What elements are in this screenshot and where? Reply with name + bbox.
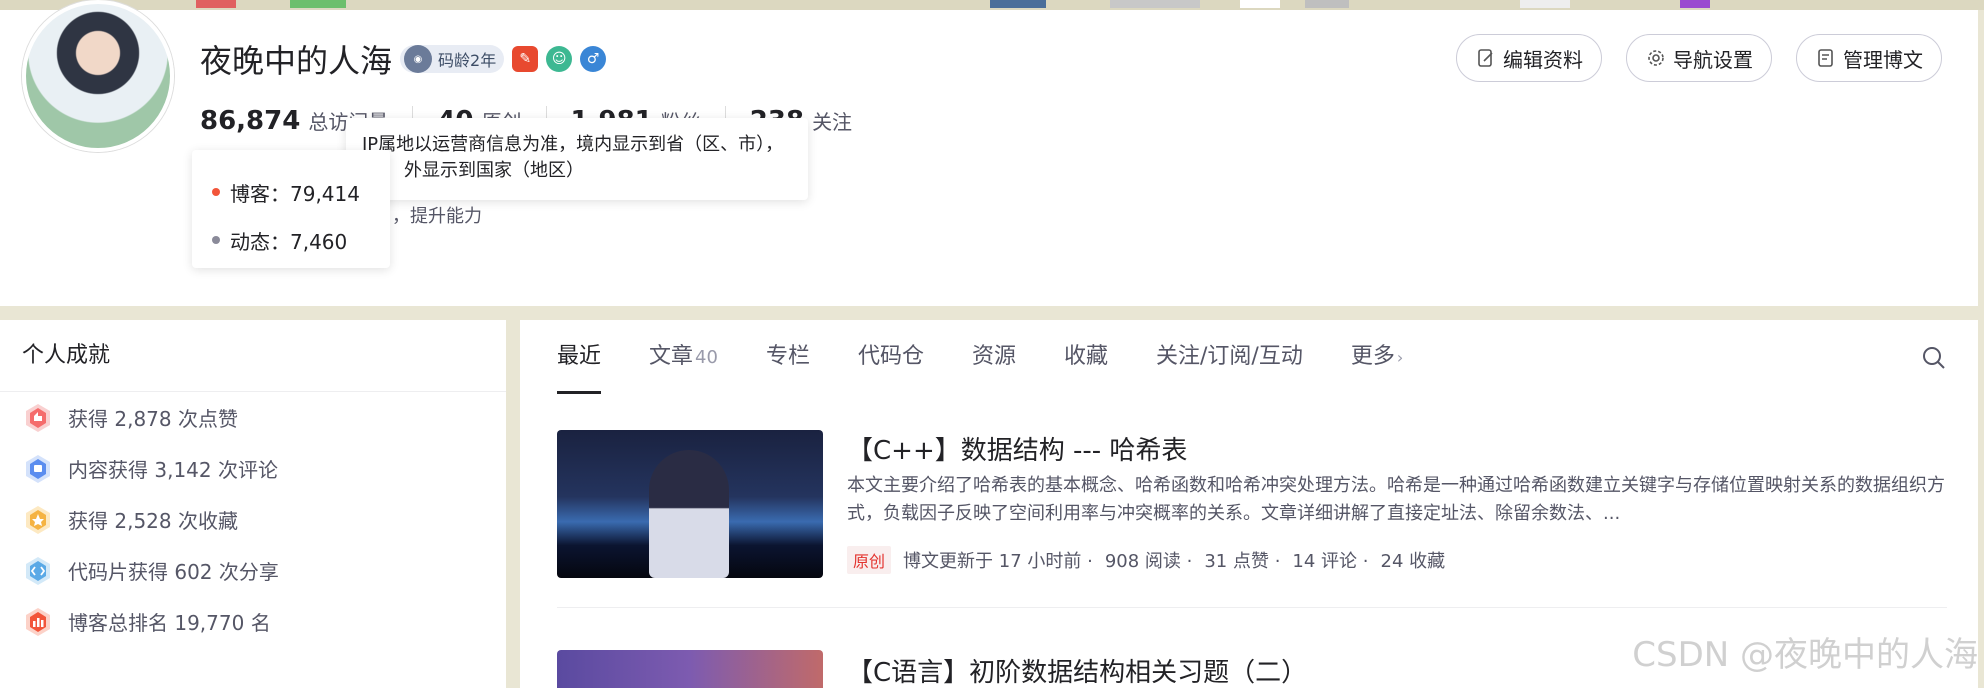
article-meta: 原创 博文更新于 17 小时前 · 908 阅读 · 31 点赞 · 14 评论… xyxy=(847,546,1457,574)
stat-visits-value: 86,874 xyxy=(200,106,301,136)
rank-badge-icon xyxy=(26,607,50,636)
edit-profile-button[interactable]: 编辑资料 xyxy=(1456,34,1602,82)
chevron-right-icon: › xyxy=(1396,348,1404,367)
breakdown-dynamic: 动态：7,460 xyxy=(212,216,370,264)
gear-icon xyxy=(1648,50,1664,66)
ip-tooltip-line2: 外显示到国家（地区） xyxy=(404,160,584,181)
code-age-icon: ◉ xyxy=(404,45,433,73)
breakdown-blog-text: 博客：79,414 xyxy=(230,181,360,206)
article-thumbnail[interactable] xyxy=(557,430,823,578)
achievement-shares-text: 代码片获得 602 次分享 xyxy=(68,560,279,584)
certified-user-icon[interactable]: ☺ xyxy=(546,46,573,72)
article-likes: 31 点赞 · xyxy=(1204,551,1281,572)
article-favorites: 24 收藏 xyxy=(1380,551,1446,572)
article-card[interactable]: 【C++】数据结构 --- 哈希表 本文主要介绍了哈希表的基本概念、哈希函数和哈… xyxy=(557,430,1947,608)
code-age-label: 码龄2年 xyxy=(438,51,497,70)
edit-doc-icon xyxy=(1478,49,1493,67)
achievement-likes-text: 获得 2,878 次点赞 xyxy=(68,407,238,431)
nav-settings-button[interactable]: 导航设置 xyxy=(1626,34,1772,82)
tab-favorites-label: 收藏 xyxy=(1063,344,1108,369)
tab-follow-subscribe[interactable]: 关注/订阅/互动 xyxy=(1156,320,1303,394)
achievement-favorites-text: 获得 2,528 次收藏 xyxy=(68,509,238,533)
csdn-watermark: CSDN @夜晚中的人海 xyxy=(1632,635,1978,675)
visits-breakdown-tooltip: 博客：79,414 动态：7,460 xyxy=(192,150,390,268)
profile-actions: 编辑资料 导航设置 管理博文 xyxy=(1456,34,1942,82)
star-badge-icon xyxy=(26,505,50,534)
achievement-shares: 代码片获得 602 次分享 xyxy=(0,545,506,596)
tab-articles[interactable]: 文章 40 xyxy=(649,320,718,394)
article-comments: 14 评论 · xyxy=(1292,551,1369,572)
achievement-rank: 博客总排名 19,770 名 xyxy=(0,596,506,647)
achievements-title: 个人成就 xyxy=(0,320,506,392)
nav-settings-label: 导航设置 xyxy=(1673,47,1753,72)
thumbs-up-badge-icon xyxy=(26,403,50,432)
manage-posts-button[interactable]: 管理博文 xyxy=(1796,34,1942,82)
ip-tooltip-line1: IP属地以运营商信息为准，境内显示到省（区、市）， xyxy=(362,134,784,155)
profile-name: 夜晚中的人海 xyxy=(200,42,393,80)
blog-dot-icon xyxy=(212,188,220,196)
comment-badge-icon xyxy=(26,454,50,483)
tab-follow-subscribe-label: 关注/订阅/互动 xyxy=(1156,344,1303,369)
avatar[interactable] xyxy=(22,0,174,152)
profile-description: ，提升能力 xyxy=(392,206,482,227)
achievement-comments-text: 内容获得 3,142 次评论 xyxy=(68,458,278,482)
blog-expert-icon[interactable]: ✎ xyxy=(512,46,539,72)
article-updated: 博文更新于 17 小时前 · xyxy=(903,551,1093,572)
original-tag: 原创 xyxy=(847,546,892,574)
achievement-rank-text: 博客总排名 19,770 名 xyxy=(68,611,271,635)
content-tabs: 最近 文章 40 专栏 代码仓 资源 收藏 关注/订阅/互动 更多 › xyxy=(557,320,1451,394)
breakdown-dynamic-text: 动态：7,460 xyxy=(230,229,348,254)
article-thumbnail[interactable] xyxy=(557,650,823,688)
achievements-panel: 个人成就 获得 2,878 次点赞 内容获得 3,142 次评论 获得 2,52… xyxy=(0,320,506,688)
search-icon[interactable] xyxy=(1920,344,1948,372)
article-title[interactable]: 【C语言】初阶数据结构相关习题（二） xyxy=(847,652,1307,688)
dynamic-dot-icon xyxy=(212,236,220,244)
tab-recent-label: 最近 xyxy=(557,344,602,369)
tab-resources[interactable]: 资源 xyxy=(972,320,1016,394)
profile-name-row: 夜晚中的人海 ◉ 码龄2年 ✎ ☺ ♂ xyxy=(200,36,607,82)
manage-posts-label: 管理博文 xyxy=(1843,47,1923,72)
achievement-comments: 内容获得 3,142 次评论 xyxy=(0,443,506,494)
tab-columns[interactable]: 专栏 xyxy=(766,320,810,394)
ip-location-tooltip: IP属地以运营商信息为准，境内显示到省（区、市）， 外显示到国家（地区） xyxy=(346,118,808,200)
tab-favorites[interactable]: 收藏 xyxy=(1064,320,1108,394)
tab-recent[interactable]: 最近 xyxy=(557,320,602,394)
tab-columns-label: 专栏 xyxy=(765,344,810,369)
tab-articles-count: 40 xyxy=(695,347,718,368)
tab-more[interactable]: 更多 › xyxy=(1351,320,1403,394)
achievement-likes: 获得 2,878 次点赞 xyxy=(0,392,506,443)
code-age-badge[interactable]: ◉ 码龄2年 xyxy=(400,45,505,73)
breakdown-blog: 博客：79,414 xyxy=(212,168,370,216)
article-description: 本文主要介绍了哈希表的基本概念、哈希函数和哈希冲突处理方法。哈希是一种通过哈希函… xyxy=(847,475,1945,524)
tab-resources-label: 资源 xyxy=(971,344,1016,369)
tab-articles-label: 文章 xyxy=(649,344,694,369)
tab-code-repo[interactable]: 代码仓 xyxy=(858,320,924,394)
article-title[interactable]: 【C++】数据结构 --- 哈希表 xyxy=(847,430,1187,467)
top-banner-strip xyxy=(0,0,1984,10)
article-reads: 908 阅读 · xyxy=(1104,551,1193,572)
edit-profile-label: 编辑资料 xyxy=(1503,47,1583,72)
code-share-badge-icon xyxy=(26,556,50,585)
achievement-favorites: 获得 2,528 次收藏 xyxy=(0,494,506,545)
manage-doc-icon xyxy=(1818,49,1833,67)
tab-code-repo-label: 代码仓 xyxy=(857,344,924,369)
stat-following-label: 关注 xyxy=(812,110,853,134)
gender-male-icon: ♂ xyxy=(580,46,607,72)
tab-more-label: 更多 xyxy=(1350,344,1395,369)
